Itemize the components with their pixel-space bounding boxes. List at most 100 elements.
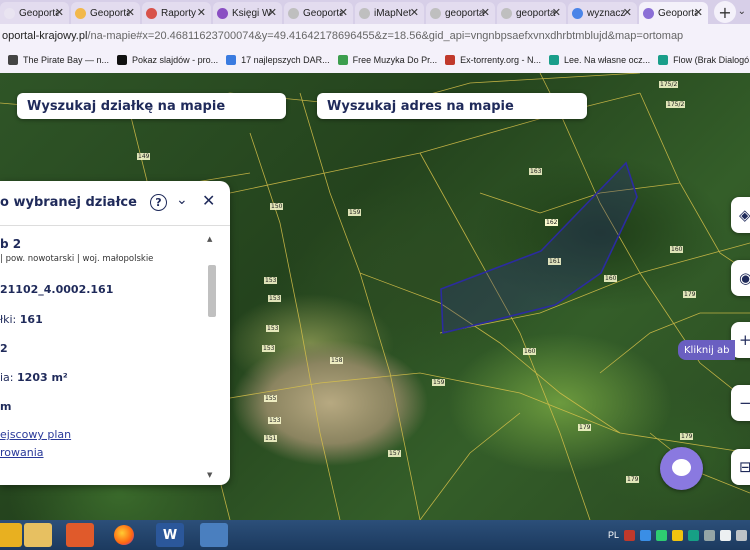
parcel-area: ia: 1203 m² xyxy=(0,371,68,384)
scroll-down-icon[interactable]: ▼ xyxy=(207,471,212,479)
bookmark-item-5[interactable]: Lee. Na własne ocz... xyxy=(549,55,650,65)
bookmark-item-1[interactable]: Pokaz slajdów - pro... xyxy=(117,55,218,65)
url-text[interactable]: oportal-krajowy.pl/na-mapie#x=20.4681162… xyxy=(0,30,683,42)
tab-label: Geoportal xyxy=(90,7,130,19)
tab-close-icon[interactable]: ✕ xyxy=(623,6,632,19)
tab-favicon-icon xyxy=(501,7,512,19)
bookmark-item-3[interactable]: Free Muzyka Do Pr... xyxy=(337,55,437,65)
parcel-length: m xyxy=(0,400,12,413)
tab-label: iMapNet xyxy=(374,7,412,19)
layers-button[interactable]: ◈ xyxy=(731,197,750,233)
tab-favicon-icon xyxy=(4,7,15,19)
tab-close-icon[interactable]: ✕ xyxy=(552,6,561,19)
tray-update-icon[interactable] xyxy=(688,529,699,541)
search-parcel-input[interactable]: Wyszukaj działkę na mapie xyxy=(17,93,286,119)
scroll-up-icon[interactable]: ▲ xyxy=(207,235,212,243)
bookmark-icon xyxy=(337,55,348,65)
tray-app-icon[interactable] xyxy=(624,529,635,541)
browser-tab-7[interactable]: geoportal ✕ xyxy=(497,2,566,24)
system-tray: PL xyxy=(608,520,750,550)
tab-label: geoportal xyxy=(516,7,556,19)
file-explorer-icon[interactable] xyxy=(24,523,52,547)
panel-title: o wybranej działce xyxy=(0,195,137,210)
local-plan-link[interactable]: ejscowy plan xyxy=(0,428,71,441)
panel-scrollbar[interactable]: ▲ ▼ xyxy=(207,235,217,479)
start-app-icon[interactable] xyxy=(0,523,22,547)
tab-close-icon[interactable]: ✕ xyxy=(410,6,419,19)
parcel-number-label: 161 xyxy=(548,258,562,265)
local-plan-link-2[interactable]: rowania xyxy=(0,446,44,459)
tray-battery-icon[interactable] xyxy=(720,529,731,541)
media-player-icon[interactable] xyxy=(66,523,94,547)
tray-volume-icon[interactable] xyxy=(704,529,715,541)
browser-tab-8[interactable]: wyznacz ✕ xyxy=(568,2,637,24)
parcel-number-label: 153 xyxy=(266,325,280,332)
tab-close-icon[interactable]: ✕ xyxy=(126,6,135,19)
parcel-number-label: 159 xyxy=(432,379,446,386)
tray-shield-icon[interactable] xyxy=(672,529,683,541)
tab-search-icon[interactable]: ⌄ xyxy=(738,6,746,17)
chevron-down-icon[interactable]: ⌄ xyxy=(176,192,188,208)
parcel-number-label: 179 xyxy=(578,424,592,431)
parcel-number-label: 159 xyxy=(348,209,362,216)
browser-tab-3[interactable]: Księgi W ✕ xyxy=(213,2,282,24)
close-icon[interactable]: ✕ xyxy=(202,191,215,210)
browser-tab-5[interactable]: iMapNet ✕ xyxy=(355,2,424,24)
parcel-number-label: 175/2 xyxy=(659,81,679,88)
url-path: /na-mapie#x=20.46811623700074&y=49.41642… xyxy=(87,29,684,42)
tab-label: Geoportal xyxy=(19,7,59,19)
firefox-icon[interactable] xyxy=(110,523,138,547)
tab-label: Raporty xyxy=(161,7,197,19)
bookmark-icon xyxy=(226,55,237,65)
browser-tab-9[interactable]: Geoportal ✕ xyxy=(639,2,708,24)
bookmark-icon xyxy=(445,55,456,65)
control-panel-icon[interactable] xyxy=(200,523,228,547)
tab-favicon-icon xyxy=(643,7,654,19)
language-indicator[interactable]: PL xyxy=(608,530,619,540)
tab-favicon-icon xyxy=(572,7,583,19)
visibility-button[interactable]: ◉ xyxy=(731,260,750,296)
browser-tab-4[interactable]: Geoportal ✕ xyxy=(284,2,353,24)
zoom-in-icon: + xyxy=(739,331,750,349)
tab-close-icon[interactable]: ✕ xyxy=(481,6,490,19)
bookmark-item-4[interactable]: Ex-torrenty.org - N... xyxy=(445,55,541,65)
browser-tab-2[interactable]: Raporty ✕ xyxy=(142,2,211,24)
help-icon[interactable]: ? xyxy=(150,194,167,211)
zoom-out-button[interactable]: − xyxy=(731,385,750,421)
browser-tab-1[interactable]: Geoportal ✕ xyxy=(71,2,140,24)
address-bar[interactable]: oportal-krajowy.pl/na-mapie#x=20.4681162… xyxy=(0,24,750,47)
tab-close-icon[interactable]: ✕ xyxy=(55,6,64,19)
bookmark-icon xyxy=(8,55,18,65)
parcel-number-label: 149 xyxy=(137,153,151,160)
layers-icon: ◈ xyxy=(739,206,750,224)
bookmark-item-6[interactable]: Flow (Brak Dialogó... xyxy=(658,55,750,65)
parcel-number-label: 160 xyxy=(604,275,618,282)
bookmark-item-0[interactable]: The Pirate Bay — n... xyxy=(8,55,109,65)
tab-close-icon[interactable]: ✕ xyxy=(197,6,206,19)
tab-close-icon[interactable]: ✕ xyxy=(694,6,703,19)
parcel-number-label: 157 xyxy=(388,450,402,457)
scroll-thumb[interactable] xyxy=(208,265,216,317)
parcel-number-label: 153 xyxy=(262,345,276,352)
chat-bubble-icon xyxy=(672,459,691,476)
search-address-input[interactable]: Wyszukaj adres na mapie xyxy=(317,93,587,119)
browser-tab-0[interactable]: Geoportal ✕ xyxy=(0,2,69,24)
selected-parcel xyxy=(440,161,638,335)
bookmark-label: The Pirate Bay — n... xyxy=(23,55,110,65)
tab-label: Księgi W xyxy=(232,7,272,19)
browser-tab-6[interactable]: geoportal ✕ xyxy=(426,2,495,24)
tab-label: wyznacz xyxy=(587,7,626,19)
tray-sync-icon[interactable] xyxy=(656,529,667,541)
new-tab-button[interactable]: + xyxy=(714,1,736,23)
tray-notification-icon[interactable] xyxy=(736,529,747,541)
word-icon[interactable]: W xyxy=(156,523,184,547)
click-hint-label[interactable]: Kliknij ab xyxy=(678,340,736,360)
tab-close-icon[interactable]: ✕ xyxy=(268,6,277,19)
parcel-number-label: 153 xyxy=(268,417,282,424)
print-button[interactable]: ⊟ xyxy=(731,449,750,485)
tab-close-icon[interactable]: ✕ xyxy=(339,6,348,19)
tray-network-icon[interactable] xyxy=(640,529,651,541)
chat-button[interactable] xyxy=(660,447,703,490)
bookmark-item-2[interactable]: 17 najlepszych DAR... xyxy=(226,55,330,65)
panel-header: o wybranej działce ? ⌄ ✕ xyxy=(0,181,230,226)
